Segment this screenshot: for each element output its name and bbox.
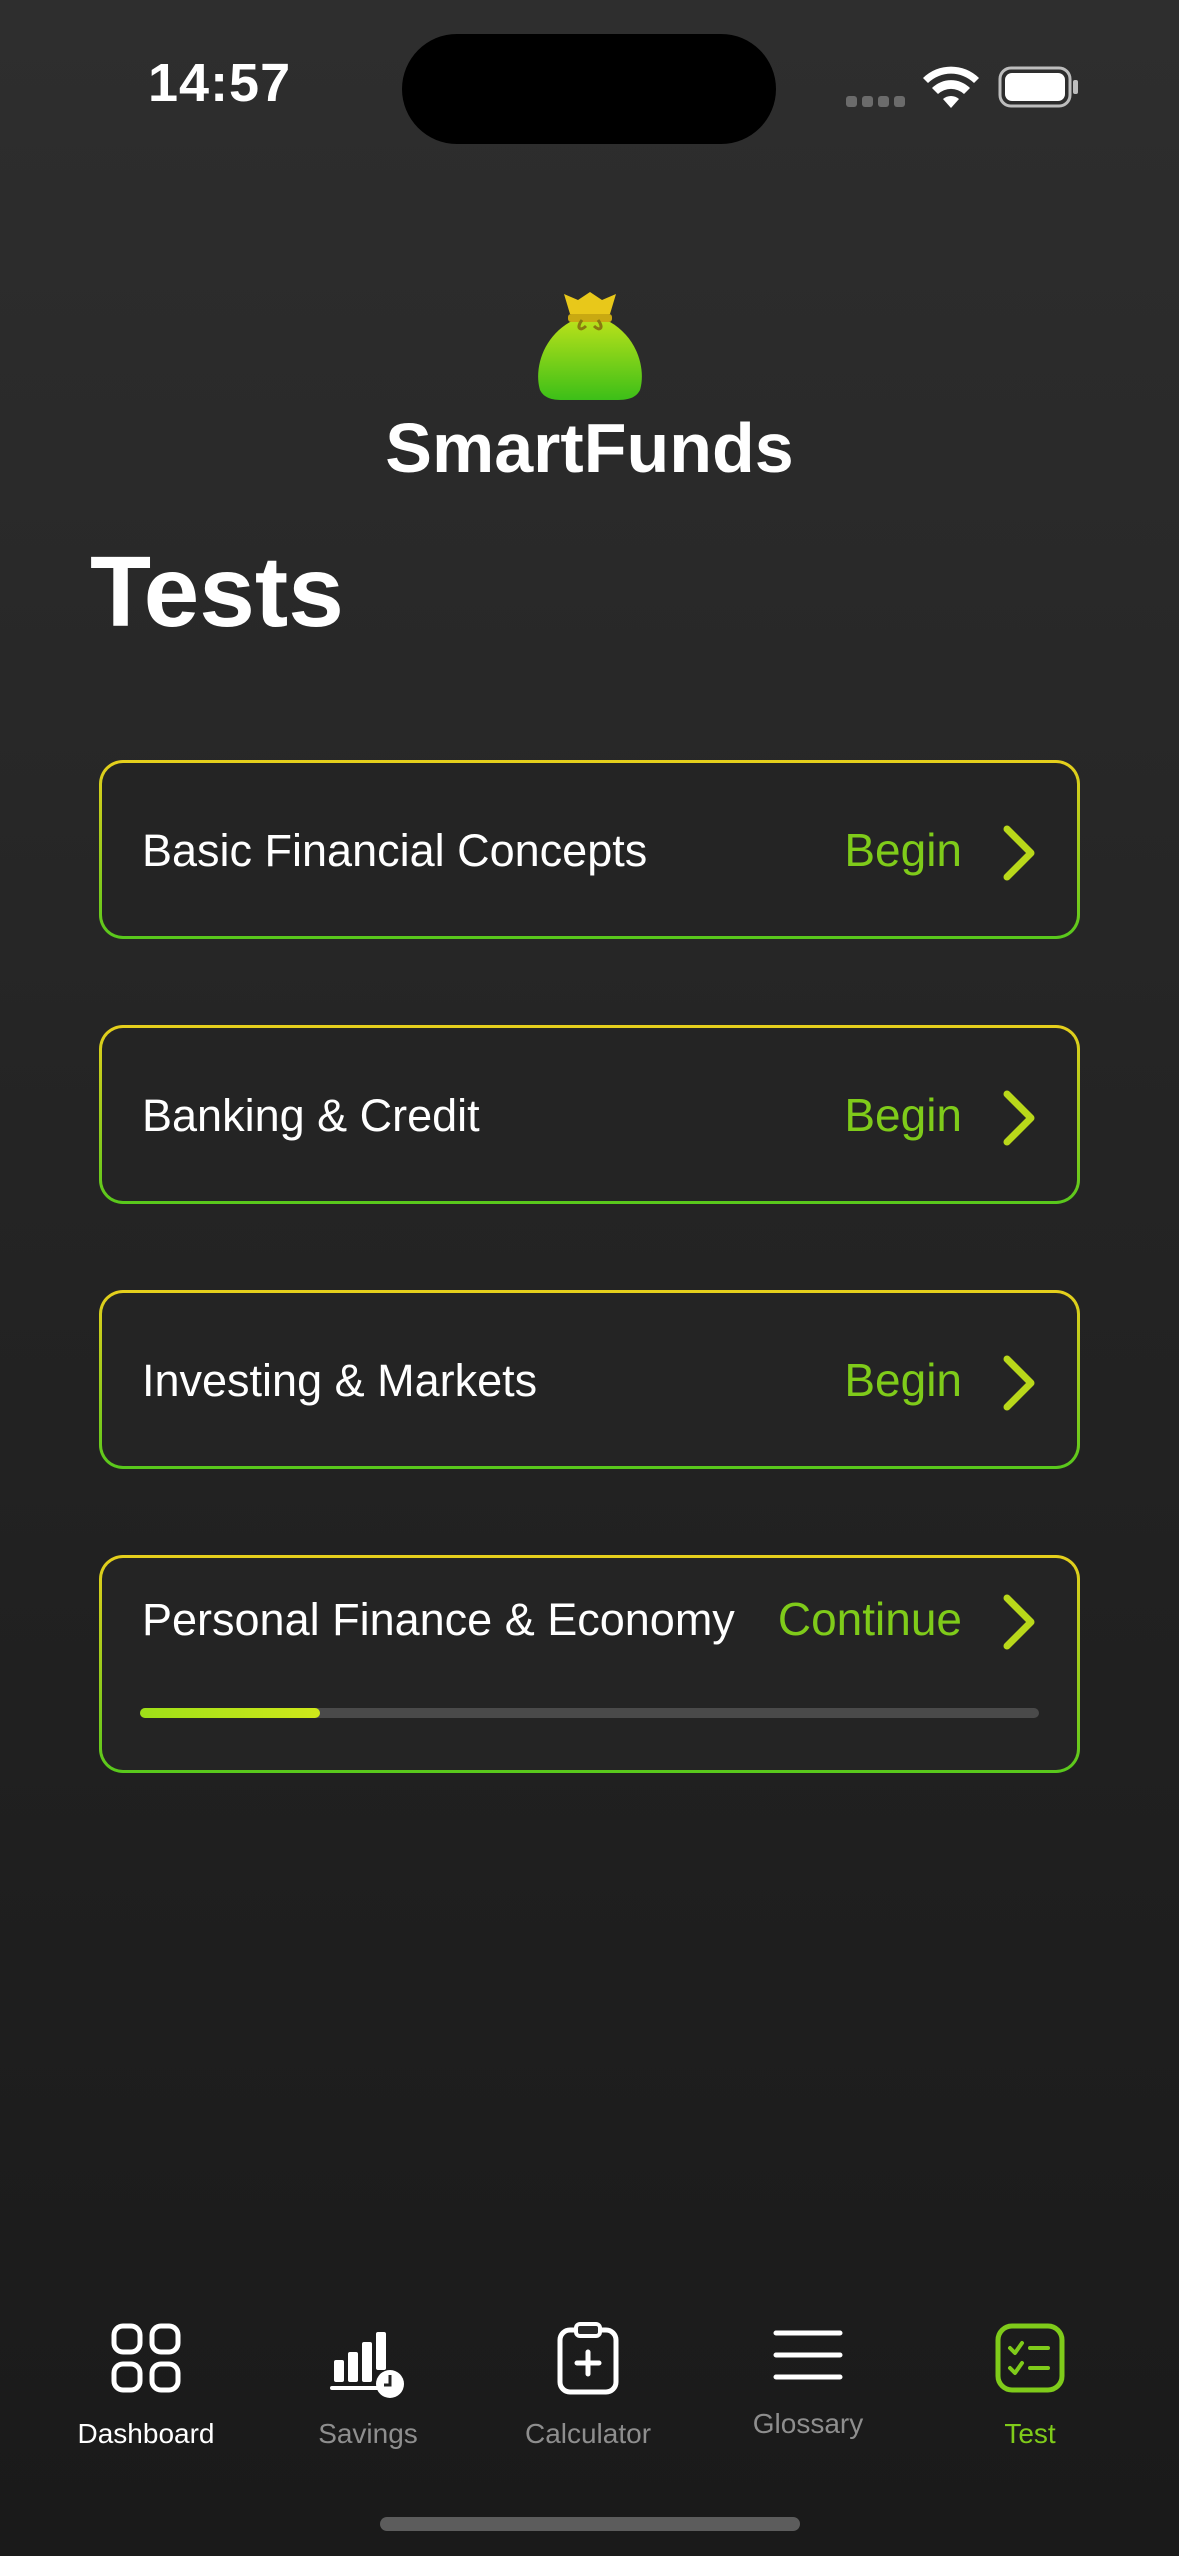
wifi-icon [923, 66, 979, 108]
tab-dashboard[interactable]: Dashboard [36, 2300, 256, 2460]
tab-savings[interactable]: Savings [258, 2300, 478, 2460]
test-card-investing-markets[interactable]: Investing & Markets Begin [99, 1290, 1080, 1469]
menu-lines-icon [773, 2330, 843, 2380]
chevron-right-icon [1003, 1355, 1035, 1411]
grid-icon [111, 2323, 181, 2393]
clipboard-plus-icon [557, 2322, 619, 2395]
tab-glossary[interactable]: Glossary [698, 2300, 918, 2460]
money-bag-icon [538, 292, 642, 400]
tab-label: Calculator [524, 2418, 652, 2449]
status-bar: 14:57 [0, 0, 1179, 180]
test-title: Banking & Credit [142, 1090, 480, 1141]
home-indicator [380, 2517, 800, 2531]
checklist-icon [995, 2323, 1065, 2393]
tab-bar: Dashboard Savings Calculator Glossary Te… [0, 2300, 1179, 2500]
begin-button[interactable]: Begin [844, 1088, 962, 1142]
begin-button[interactable]: Begin [844, 823, 962, 877]
savings-chart-icon [330, 2332, 404, 2398]
begin-button[interactable]: Begin [844, 1353, 962, 1407]
continue-button[interactable]: Continue [778, 1592, 962, 1646]
tab-label: Savings [318, 2418, 418, 2449]
dynamic-island [402, 34, 776, 144]
test-title: Basic Financial Concepts [142, 825, 648, 876]
test-progress-bar [140, 1708, 1039, 1718]
tab-label: Glossary [752, 2408, 864, 2439]
test-card-personal-finance-economy[interactable]: Personal Finance & Economy Continue [99, 1555, 1080, 1773]
progress-fill [140, 1708, 320, 1718]
tab-label: Test [1004, 2418, 1056, 2449]
battery-icon [998, 66, 1078, 108]
tab-calculator[interactable]: Calculator [478, 2300, 698, 2460]
page-title: Tests [90, 536, 344, 648]
cellular-signal-icon [846, 96, 906, 108]
test-card-banking-credit[interactable]: Banking & Credit Begin [99, 1025, 1080, 1204]
tab-label: Dashboard [77, 2418, 215, 2449]
chevron-right-icon [1003, 1090, 1035, 1146]
app-name: SmartFunds [385, 409, 794, 487]
tab-test[interactable]: Test [920, 2300, 1140, 2460]
test-title: Investing & Markets [142, 1355, 538, 1406]
status-time: 14:57 [148, 53, 292, 113]
chevron-right-icon [1003, 1594, 1035, 1650]
chevron-right-icon [1003, 825, 1035, 881]
test-card-basic-financial-concepts[interactable]: Basic Financial Concepts Begin [99, 760, 1080, 939]
test-title: Personal Finance & Economy [142, 1594, 735, 1645]
